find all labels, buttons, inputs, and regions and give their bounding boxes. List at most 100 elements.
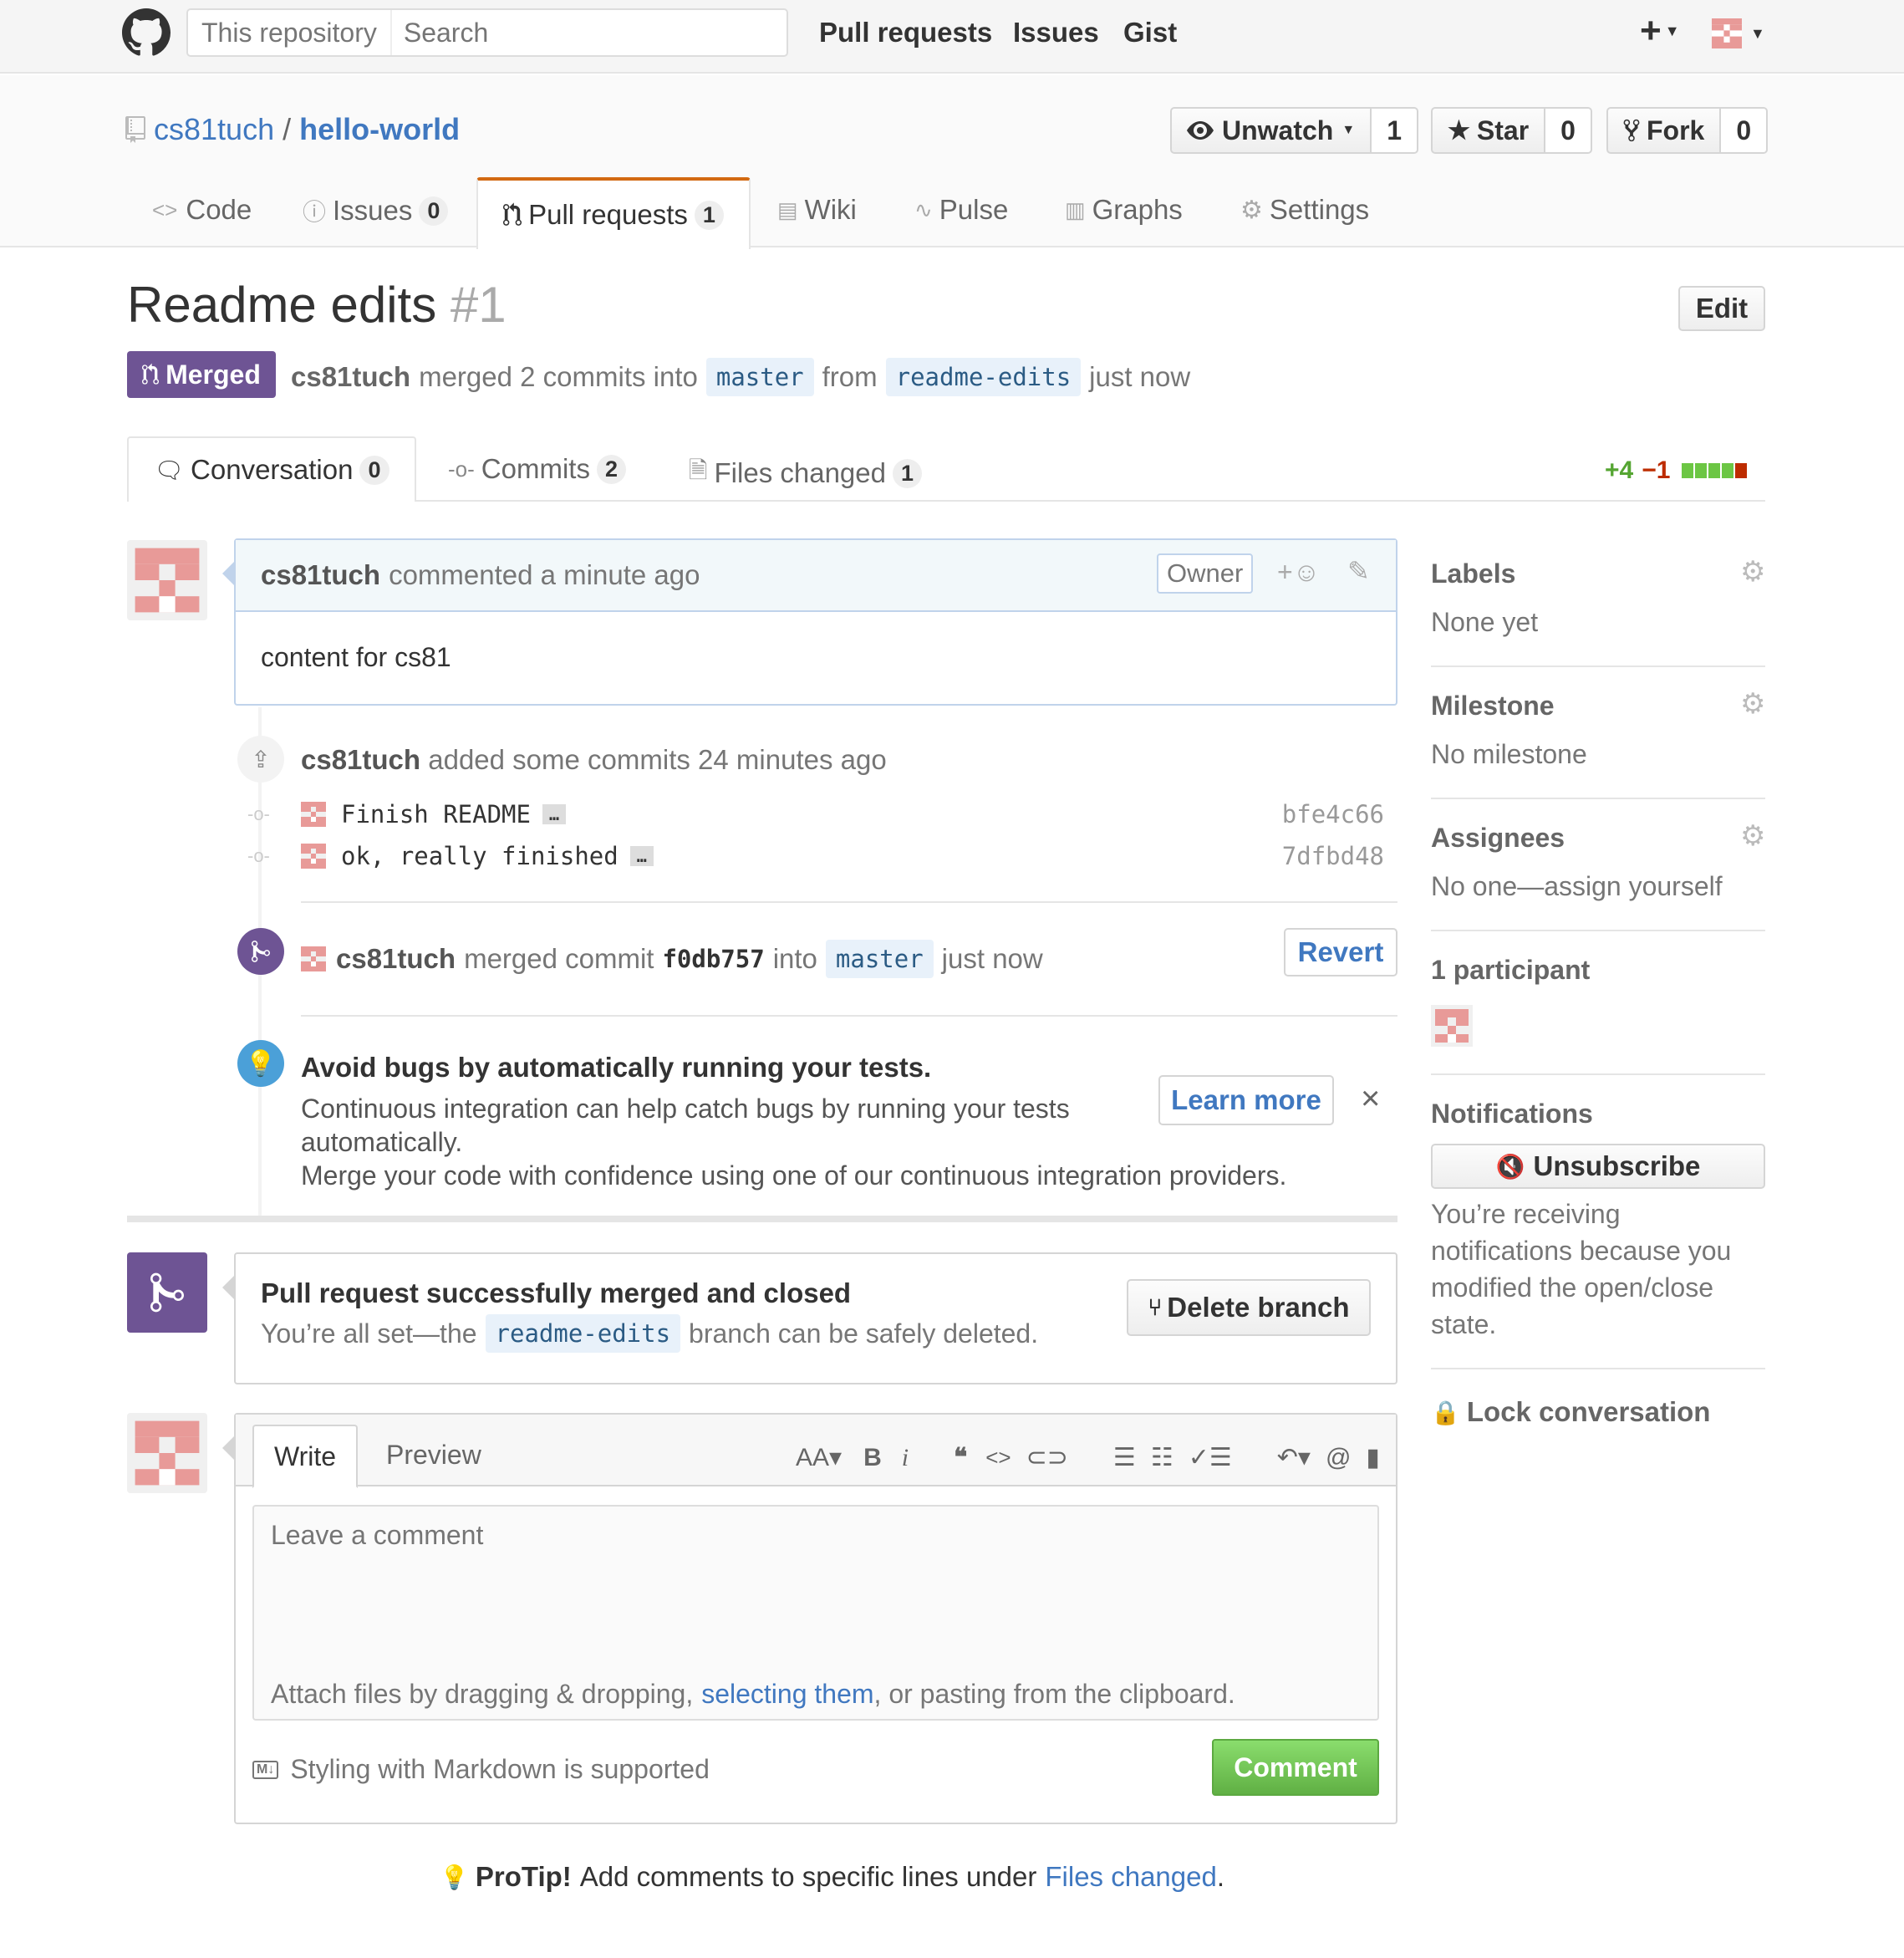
star-label: Star [1476,115,1530,145]
unwatch-button[interactable]: Unwatch ▼ [1170,107,1372,154]
milestone-title[interactable]: Milestone [1431,691,1555,722]
tab-conversation[interactable]: 🗨 Conversation 0 [127,436,416,502]
commit-sha-link[interactable]: 7dfbd48 [1282,842,1384,870]
fork-count[interactable]: 0 [1721,107,1769,154]
avatar[interactable] [127,540,207,620]
code-icon[interactable]: <> [985,1445,1011,1471]
repo-name-link[interactable]: hello-world [299,112,460,147]
tab-write[interactable]: Write [252,1425,358,1488]
delete-branch-button[interactable]: ⑂ Delete branch [1127,1279,1371,1336]
comment-pointer [222,562,234,585]
search-input[interactable] [391,17,743,48]
pull-request-icon [142,363,160,385]
select-files-link[interactable]: selecting them [701,1679,873,1710]
github-logo-icon[interactable] [122,8,171,57]
unsubscribe-label: Unsubscribe [1533,1150,1701,1181]
pr-title: Readme edits #1 [127,276,507,334]
attach-files-bar[interactable]: Attach files by dragging & dropping, sel… [252,1669,1379,1721]
commit-expand-button[interactable]: … [629,846,654,866]
tab-preview[interactable]: Preview [386,1440,481,1471]
mention-icon[interactable]: @ [1326,1444,1351,1472]
protip-text: Add comments to specific lines under [579,1861,1037,1892]
fork-button[interactable]: Fork [1606,107,1722,154]
tab-code[interactable]: <> Code [152,194,252,226]
tab-commits[interactable]: -o- Commits 2 [448,453,626,485]
commit-message-link[interactable]: ok, really finished [341,842,619,870]
task-list-icon[interactable]: ✓☰ [1189,1443,1232,1472]
merge-author-link[interactable]: cs81tuch [336,943,456,975]
head-branch[interactable]: readme-edits [885,358,1082,396]
merged-box-text: You’re all set—the readme-edits branch c… [261,1314,1038,1353]
reply-icon[interactable]: ↶▾ [1277,1443,1311,1472]
star-count[interactable]: 0 [1545,107,1592,154]
add-reaction-icon[interactable]: +☺ [1277,557,1320,588]
watch-count[interactable]: 1 [1372,107,1418,154]
protip-files-changed-link[interactable]: Files changed [1045,1861,1216,1893]
star-button[interactable]: ★ Star [1431,107,1546,154]
tab-settings[interactable]: ⚙ Settings [1240,194,1369,226]
learn-more-button[interactable]: Learn more [1158,1075,1334,1125]
tab-issues-label: Issues [333,195,413,226]
tab-pull-requests[interactable]: Pull requests 1 [476,177,751,249]
delete-branch-label: Delete branch [1167,1292,1350,1323]
comment-author-link[interactable]: cs81tuch [261,559,380,591]
italic-icon[interactable]: i [902,1444,909,1472]
labels-title[interactable]: Labels [1431,558,1515,589]
unordered-list-icon[interactable]: ☰ [1113,1443,1136,1472]
assignees-value[interactable]: No one—assign yourself [1431,871,1723,902]
comment-header: cs81tuch commented a minute ago Owner +☺… [236,540,1396,612]
fork-icon [1623,119,1640,142]
fork-label: Fork [1647,115,1705,145]
nav-issues[interactable]: Issues [1013,17,1099,48]
commit-message-link[interactable]: Finish README [341,800,531,829]
unsubscribe-button[interactable]: 🔇 Unsubscribe [1431,1144,1765,1189]
gear-icon[interactable]: ⚙ [1740,819,1765,853]
create-new-button[interactable]: + ▼ [1640,10,1680,52]
nav-pull-requests[interactable]: Pull requests [819,17,992,48]
commit-expand-button[interactable]: … [542,804,567,824]
pencil-icon[interactable]: ✎ [1347,555,1370,587]
merged-box-pointer [222,1276,234,1299]
merge-target-branch[interactable]: master [825,940,934,978]
edit-title-button[interactable]: Edit [1678,286,1765,331]
sidebar-divider [1431,665,1765,667]
star-group: ★ Star 0 [1431,107,1592,154]
bookmark-icon[interactable]: ▮ [1366,1443,1380,1472]
user-menu[interactable]: ▼ [1712,18,1765,48]
tab-issues[interactable]: ⓘ Issues 0 [303,194,449,227]
commit-row: -o- Finish README … bfe4c66 [247,798,1397,831]
lock-conversation-link[interactable]: 🔒 Lock conversation [1431,1396,1710,1428]
header-icon[interactable]: AA▾ [796,1443,842,1472]
avatar[interactable] [127,1413,207,1493]
gear-icon[interactable]: ⚙ [1740,687,1765,721]
bold-icon[interactable]: B [863,1444,882,1472]
base-branch[interactable]: master [705,358,814,396]
comment-textarea[interactable] [252,1505,1379,1670]
sidebar-divider [1431,1368,1765,1369]
dismiss-icon[interactable]: × [1361,1080,1380,1118]
tab-wiki[interactable]: ▤ Wiki [777,194,857,226]
link-icon[interactable]: ⊂⊃ [1026,1443,1068,1472]
file-diff-icon: 🗎 [689,457,708,483]
commit-sha-link[interactable]: bfe4c66 [1282,800,1384,829]
tab-files-changed[interactable]: 🗎 Files changed 1 [689,453,923,493]
merged-box-branch[interactable]: readme-edits [485,1314,681,1353]
pr-author-link[interactable]: cs81tuch [291,361,410,393]
merge-commit-sha[interactable]: f0db757 [662,945,764,973]
ordered-list-icon[interactable]: ☷ [1151,1443,1173,1472]
sidebar-divider [1431,1073,1765,1075]
gear-icon[interactable]: ⚙ [1740,555,1765,589]
revert-button[interactable]: Revert [1284,928,1397,976]
assignees-title[interactable]: Assignees [1431,823,1565,854]
search-box[interactable]: This repository [186,8,788,57]
nav-gist[interactable]: Gist [1123,17,1177,48]
markdown-note[interactable]: M↓ Styling with Markdown is supported [252,1754,710,1785]
commits-author-link[interactable]: cs81tuch [301,744,420,775]
merge-time: just now [941,943,1043,974]
tab-pulse[interactable]: ∿ Pulse [914,194,1008,226]
repo-owner-link[interactable]: cs81tuch [154,112,274,147]
participant-avatar[interactable] [1431,1005,1473,1047]
quote-icon[interactable]: ❝ [954,1443,967,1472]
tab-graphs[interactable]: ▥ Graphs [1065,194,1183,226]
comment-submit-button[interactable]: Comment [1212,1739,1379,1796]
